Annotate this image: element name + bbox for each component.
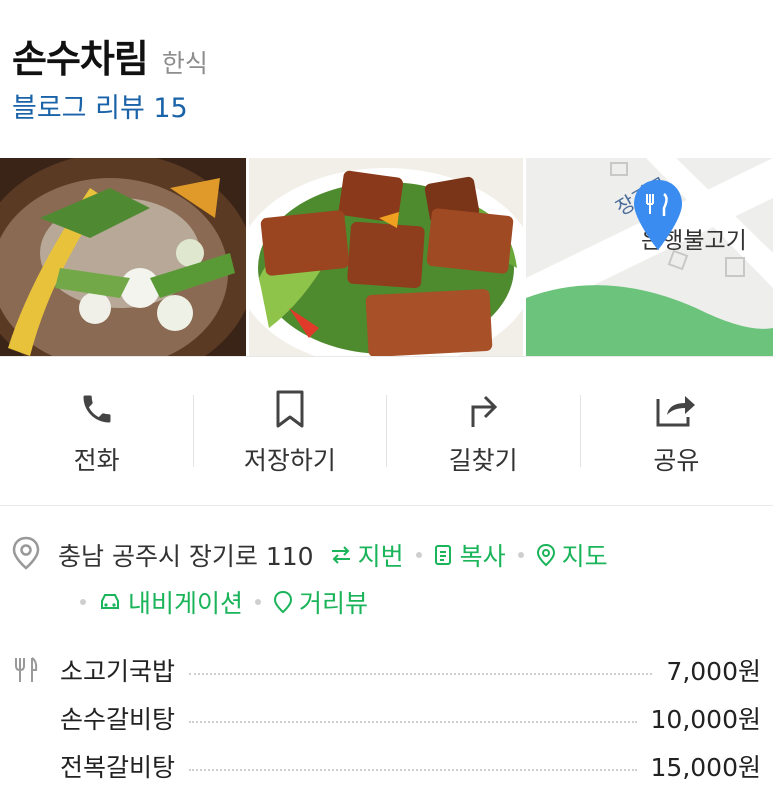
copy-label: 복사: [459, 542, 506, 571]
share-button[interactable]: 공유: [580, 357, 773, 505]
copy-icon: [434, 544, 454, 566]
roadview-label: 거리뷰: [299, 589, 369, 618]
photo-strip: 장기로 은행불고기: [0, 158, 773, 356]
navigation-link[interactable]: 내비게이션: [98, 584, 243, 620]
blog-review-link[interactable]: 블로그 리뷰 15: [12, 86, 188, 125]
fork-knife-icon: [12, 656, 60, 684]
swap-icon: [330, 545, 352, 565]
directions-icon: [465, 389, 501, 429]
menu-price: 10,000원: [650, 705, 761, 734]
separator-dot: [255, 599, 262, 605]
menu-item: 전복갈비탕 15,000원: [12, 742, 761, 790]
dotted-leader: [189, 673, 653, 675]
food-photo-plate[interactable]: [249, 158, 523, 356]
dotted-leader: [189, 769, 637, 771]
call-button[interactable]: 전화: [0, 357, 193, 505]
roadview-link[interactable]: 거리뷰: [273, 584, 368, 620]
copy-link[interactable]: 복사: [434, 537, 506, 573]
address-row: 충남 공주시 장기로 110 지번 복사 지도: [12, 536, 608, 574]
place-category: 한식: [161, 49, 208, 78]
map-link[interactable]: 지도: [536, 537, 608, 573]
map-pin-icon: [536, 543, 556, 567]
address-row-2: 내비게이션 거리뷰: [80, 584, 368, 620]
place-info: 충남 공주시 장기로 110 지번 복사 지도 내비게이션 거리뷰 소고기국밥 …: [0, 506, 773, 788]
save-button[interactable]: 저장하기: [193, 357, 386, 505]
dotted-leader: [189, 721, 637, 723]
separator-dot: [415, 552, 422, 558]
phone-icon: [79, 389, 115, 429]
address-text: 충남 공주시 장기로 110: [58, 542, 314, 571]
menu-price: 15,000원: [650, 753, 761, 782]
jibun-link[interactable]: 지번: [330, 537, 404, 573]
share-icon: [655, 389, 697, 429]
menu-item: 소고기국밥 7,000원: [12, 646, 761, 694]
directions-label: 길찾기: [448, 446, 518, 475]
food-photo-soup[interactable]: [0, 158, 246, 356]
directions-button[interactable]: 길찾기: [387, 357, 580, 505]
place-header: 손수차림 한식: [12, 28, 208, 83]
jibun-label: 지번: [357, 542, 404, 571]
call-label: 전화: [73, 446, 120, 475]
menu-name: 전복갈비탕: [60, 753, 176, 782]
navigation-label: 내비게이션: [128, 589, 244, 618]
menu-list: 소고기국밥 7,000원 손수갈비탕 10,000원 전복갈비탕 15,000원: [12, 646, 761, 790]
place-name: 손수차림: [12, 37, 149, 81]
roadview-pin-icon: [273, 590, 293, 614]
menu-item: 손수갈비탕 10,000원: [12, 694, 761, 742]
title-row: 손수차림 한식: [12, 28, 208, 83]
separator-dot: [80, 599, 86, 605]
map-thumbnail[interactable]: 장기로 은행불고기: [526, 158, 773, 356]
bookmark-icon: [274, 389, 306, 429]
save-label: 저장하기: [243, 446, 336, 475]
action-bar: 전화 저장하기 길찾기 공유: [0, 357, 773, 505]
menu-price: 7,000원: [666, 657, 761, 686]
share-label: 공유: [653, 446, 700, 475]
location-pin-icon: [12, 536, 40, 574]
map-label: 지도: [561, 542, 608, 571]
menu-name: 소고기국밥: [60, 657, 176, 686]
car-icon: [98, 591, 122, 613]
separator-dot: [517, 552, 524, 558]
menu-name: 손수갈비탕: [60, 705, 176, 734]
